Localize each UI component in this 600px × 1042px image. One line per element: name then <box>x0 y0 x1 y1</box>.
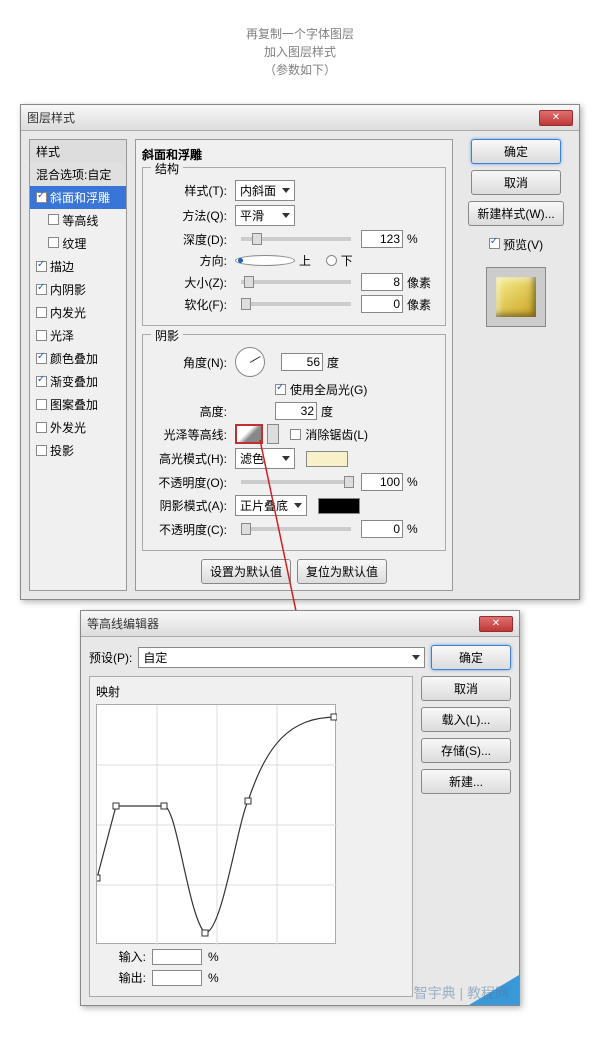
checkbox-icon[interactable] <box>36 376 47 387</box>
checkbox-icon[interactable] <box>48 214 59 225</box>
settings-panel: 斜面和浮雕 结构 样式(T):内斜面 方法(Q):平滑 深度(D):123% 方… <box>135 139 453 591</box>
checkbox-icon[interactable] <box>36 192 47 203</box>
shadow-mode-select[interactable]: 正片叠底 <box>235 495 307 516</box>
panel-title: 斜面和浮雕 <box>142 146 446 163</box>
highlight-opacity-slider[interactable] <box>241 480 351 484</box>
style-select[interactable]: 内斜面 <box>235 180 295 201</box>
antialias-checkbox[interactable] <box>290 429 301 440</box>
stroke-item[interactable]: 描边 <box>30 255 126 278</box>
titlebar[interactable]: 图层样式 ✕ <box>21 105 579 131</box>
color-overlay-item[interactable]: 颜色叠加 <box>30 347 126 370</box>
soften-input[interactable]: 0 <box>361 295 403 313</box>
mapping-panel: 映射 输入:% 输出:% <box>89 676 413 997</box>
contour-editor-dialog: 等高线编辑器 ✕ 预设(P): 自定 确定 映射 <box>80 610 520 1006</box>
dialog-title: 图层样式 <box>27 109 75 126</box>
close-icon[interactable]: ✕ <box>539 110 573 126</box>
bevel-item[interactable]: 斜面和浮雕 <box>30 186 126 209</box>
instruction-text: 再复制一个字体图层 加入图层样式 （参数如下） <box>0 0 600 104</box>
shadow-opacity-slider[interactable] <box>241 527 351 531</box>
gloss-contour-picker[interactable] <box>235 424 263 444</box>
inner-shadow-item[interactable]: 内阴影 <box>30 278 126 301</box>
depth-slider[interactable] <box>241 237 351 241</box>
output-field[interactable] <box>152 970 202 986</box>
preview-swatch <box>486 267 546 327</box>
highlight-opacity-input[interactable]: 100 <box>361 473 403 491</box>
checkbox-icon[interactable] <box>36 399 47 410</box>
structure-group: 结构 样式(T):内斜面 方法(Q):平滑 深度(D):123% 方向:上 下 … <box>142 167 446 326</box>
texture-item[interactable]: 纹理 <box>30 232 126 255</box>
checkbox-icon[interactable] <box>36 284 47 295</box>
checkbox-icon[interactable] <box>36 422 47 433</box>
direction-down-radio[interactable] <box>326 255 337 266</box>
direction-up-radio[interactable] <box>235 255 295 266</box>
angle-input[interactable]: 56 <box>281 353 323 371</box>
layer-style-dialog: 图层样式 ✕ 样式 混合选项:自定 斜面和浮雕 等高线 纹理 描边 内阴影 内发… <box>20 104 580 600</box>
drop-shadow-item[interactable]: 投影 <box>30 439 126 462</box>
size-slider[interactable] <box>241 280 351 284</box>
close-icon[interactable]: ✕ <box>479 616 513 632</box>
satin-item[interactable]: 光泽 <box>30 324 126 347</box>
cancel-button[interactable]: 取消 <box>471 170 561 195</box>
pattern-overlay-item[interactable]: 图案叠加 <box>30 393 126 416</box>
save-button[interactable]: 存储(S)... <box>421 738 511 763</box>
checkbox-icon[interactable] <box>36 330 47 341</box>
checkbox-icon[interactable] <box>48 237 59 248</box>
size-input[interactable]: 8 <box>361 273 403 291</box>
ok-button[interactable]: 确定 <box>431 645 511 670</box>
reset-default-button[interactable]: 复位为默认值 <box>297 559 387 584</box>
inner-glow-item[interactable]: 内发光 <box>30 301 126 324</box>
highlight-mode-select[interactable]: 滤色 <box>235 448 295 469</box>
input-field[interactable] <box>152 949 202 965</box>
dialog-buttons: 确定 取消 新建样式(W)... 预览(V) <box>461 139 571 591</box>
chevron-down-icon <box>294 503 302 508</box>
contour-curve-editor[interactable] <box>96 704 336 944</box>
mapping-label: 映射 <box>96 683 406 700</box>
shadow-opacity-input[interactable]: 0 <box>361 520 403 538</box>
set-default-button[interactable]: 设置为默认值 <box>201 559 291 584</box>
checkbox-icon[interactable] <box>36 261 47 272</box>
titlebar[interactable]: 等高线编辑器 ✕ <box>81 611 519 637</box>
gradient-overlay-item[interactable]: 渐变叠加 <box>30 370 126 393</box>
highlight-color-swatch[interactable] <box>306 451 348 467</box>
ok-button[interactable]: 确定 <box>471 139 561 164</box>
depth-input[interactable]: 123 <box>361 230 403 248</box>
watermark-text: 智宇典 | 教程网 <box>414 983 509 1003</box>
blend-options-item[interactable]: 混合选项:自定 <box>30 163 126 186</box>
shading-group: 阴影 角度(N): 56度 使用全局光(G) 高度:32度 光泽等高线: 消除锯… <box>142 334 446 551</box>
new-style-button[interactable]: 新建样式(W)... <box>468 201 563 226</box>
load-button[interactable]: 载入(L)... <box>421 707 511 732</box>
cancel-button[interactable]: 取消 <box>421 676 511 701</box>
checkbox-icon[interactable] <box>36 353 47 364</box>
angle-wheel[interactable] <box>235 347 265 377</box>
chevron-down-icon <box>282 456 290 461</box>
contour-item[interactable]: 等高线 <box>30 209 126 232</box>
outer-glow-item[interactable]: 外发光 <box>30 416 126 439</box>
global-light-checkbox[interactable] <box>275 384 286 395</box>
styles-header: 样式 <box>30 140 126 163</box>
checkbox-icon[interactable] <box>36 307 47 318</box>
soften-slider[interactable] <box>241 302 351 306</box>
technique-select[interactable]: 平滑 <box>235 205 295 226</box>
chevron-down-icon <box>282 213 290 218</box>
gloss-contour-dropdown[interactable] <box>267 424 279 444</box>
preset-label: 预设(P): <box>89 649 132 666</box>
dialog-buttons: 取消 载入(L)... 存储(S)... 新建... <box>421 676 511 997</box>
new-button[interactable]: 新建... <box>421 769 511 794</box>
preview-checkbox[interactable] <box>489 238 500 249</box>
dialog-title: 等高线编辑器 <box>87 615 159 632</box>
preset-select[interactable]: 自定 <box>138 647 425 668</box>
shadow-color-swatch[interactable] <box>318 498 360 514</box>
altitude-input[interactable]: 32 <box>275 402 317 420</box>
styles-list: 样式 混合选项:自定 斜面和浮雕 等高线 纹理 描边 内阴影 内发光 光泽 颜色… <box>29 139 127 591</box>
chevron-down-icon <box>282 188 290 193</box>
checkbox-icon[interactable] <box>36 445 47 456</box>
chevron-down-icon <box>412 655 420 660</box>
